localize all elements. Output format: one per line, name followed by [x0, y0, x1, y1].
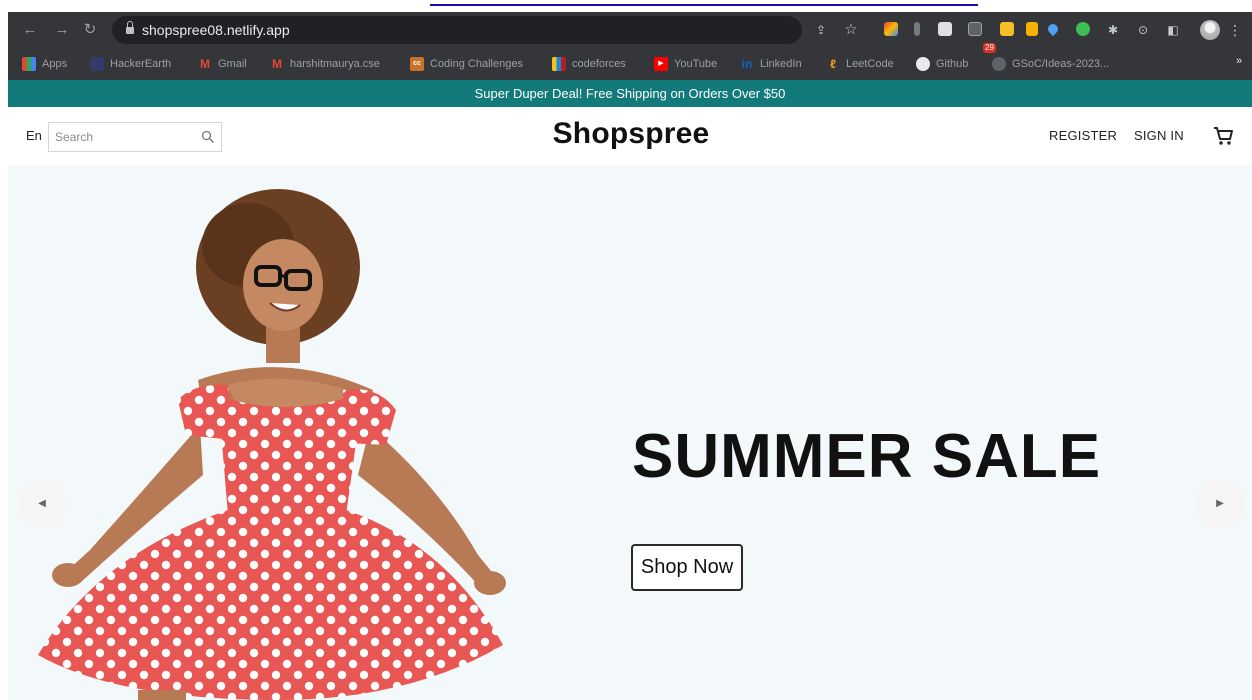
site-logo[interactable]: Shopspree	[476, 117, 786, 151]
bookmark-harshitmaurya[interactable]: M harshitmaurya.cse	[270, 56, 380, 72]
side-panel-icon[interactable]: ◧	[1164, 21, 1182, 39]
gmail-icon: M	[272, 57, 282, 71]
page-top-strip	[0, 0, 1252, 11]
gmail-icon: M	[200, 57, 210, 71]
bookmark-linkedin[interactable]: in LinkedIn	[740, 56, 802, 72]
bookmark-label: codeforces	[572, 58, 626, 70]
youtube-icon: ▶	[654, 57, 668, 71]
bookmark-label: Coding Challenges	[430, 58, 523, 70]
bookmark-apps[interactable]: Apps	[22, 56, 67, 72]
extension-color-icon[interactable]	[884, 22, 898, 36]
more-bookmarks-icon[interactable]: »	[1236, 55, 1242, 67]
shop-now-button[interactable]: Shop Now	[631, 544, 743, 591]
profile-avatar[interactable]	[1200, 20, 1220, 40]
bookmark-leetcode[interactable]: ℓ LeetCode	[826, 56, 894, 72]
share-icon[interactable]: ⇪	[812, 21, 830, 39]
extension-note-icon[interactable]	[938, 22, 952, 36]
bookmark-label: Gmail	[218, 58, 247, 70]
site-header: En Shopspree REGISTER SIGN IN	[8, 107, 1252, 165]
bookmark-label: YouTube	[674, 58, 718, 70]
bookmark-label: Apps	[42, 58, 68, 70]
bookmark-label: LeetCode	[846, 58, 894, 70]
forward-icon[interactable]: →	[52, 20, 72, 40]
coding-challenges-icon: cc	[410, 57, 424, 71]
codeforces-icon	[552, 57, 566, 71]
extensions-puzzle-icon[interactable]: ✱	[1104, 21, 1122, 39]
register-link[interactable]: REGISTER	[1049, 128, 1117, 143]
hero-title: SUMMER SALE	[632, 422, 1102, 491]
bookmark-label: HackerEarth	[110, 58, 172, 70]
bookmark-star-icon[interactable]: ☆	[842, 21, 860, 39]
browser-menu-icon[interactable]: ⋮	[1228, 20, 1242, 40]
bookmark-youtube[interactable]: ▶ YouTube	[654, 56, 717, 72]
cut-off-link[interactable]	[430, 0, 978, 6]
bookmark-label: Github	[936, 58, 969, 70]
bookmark-label: harshitmaurya.cse	[290, 58, 380, 70]
apps-grid-icon	[22, 57, 36, 71]
browser-chrome: ← → ↻ shopspree08.netlify.app ⇪ ☆ 29 ✱ ⊙…	[8, 12, 1252, 80]
hero-model-image	[38, 189, 506, 700]
hackerearth-icon	[90, 57, 104, 71]
carousel-prev-icon[interactable]: ◀	[18, 480, 66, 528]
language-selector[interactable]: En	[26, 128, 42, 143]
address-bar[interactable]: shopspree08.netlify.app	[112, 16, 802, 44]
extension-inbox-icon[interactable]	[968, 22, 982, 36]
extension-list-icon[interactable]	[914, 22, 920, 36]
lock-icon	[126, 21, 134, 34]
search-input[interactable]	[55, 128, 195, 146]
reload-icon[interactable]: ↻	[80, 20, 100, 40]
bookmark-hackerearth[interactable]: HackerEarth	[90, 56, 171, 72]
hero-carousel: SUMMER SALE Shop Now ◀ ▶	[8, 165, 1252, 700]
bookmark-label: LinkedIn	[760, 58, 802, 70]
bookmark-gmail[interactable]: M Gmail	[198, 56, 247, 72]
back-icon[interactable]: ←	[20, 20, 40, 40]
shopping-cart-icon[interactable]	[1212, 125, 1234, 147]
bookmark-codeforces[interactable]: codeforces	[552, 56, 626, 72]
leetcode-icon: ℓ	[830, 57, 836, 71]
extension-sync-icon[interactable]: ⊙	[1134, 21, 1152, 39]
promo-banner: Super Duper Deal! Free Shipping on Order…	[8, 80, 1252, 107]
carousel-next-icon[interactable]: ▶	[1196, 480, 1244, 528]
extension-folder-icon[interactable]	[1000, 22, 1014, 36]
sign-in-link[interactable]: SIGN IN	[1134, 128, 1184, 143]
bookmark-coding-challenges[interactable]: cc Coding Challenges	[410, 56, 523, 72]
bookmark-github[interactable]: Github	[916, 56, 968, 72]
bookmarks-bar: Apps HackerEarth M Gmail M harshitmaurya…	[8, 50, 1252, 78]
github-icon	[916, 57, 930, 71]
github-icon	[992, 57, 1006, 71]
browser-toolbar: ← → ↻ shopspree08.netlify.app ⇪ ☆ 29 ✱ ⊙…	[8, 12, 1252, 53]
search-icon[interactable]	[201, 130, 215, 144]
extension-drop-icon[interactable]	[1045, 21, 1061, 37]
url-text: shopspree08.netlify.app	[142, 22, 290, 38]
search-box	[48, 122, 222, 152]
bookmark-label: GSoC/Ideas-2023...	[1012, 58, 1110, 70]
bookmark-gsoc[interactable]: GSoC/Ideas-2023...	[992, 56, 1109, 72]
extension-green-icon[interactable]	[1076, 22, 1090, 36]
linkedin-icon: in	[741, 57, 753, 71]
extension-card-icon[interactable]	[1026, 22, 1038, 36]
